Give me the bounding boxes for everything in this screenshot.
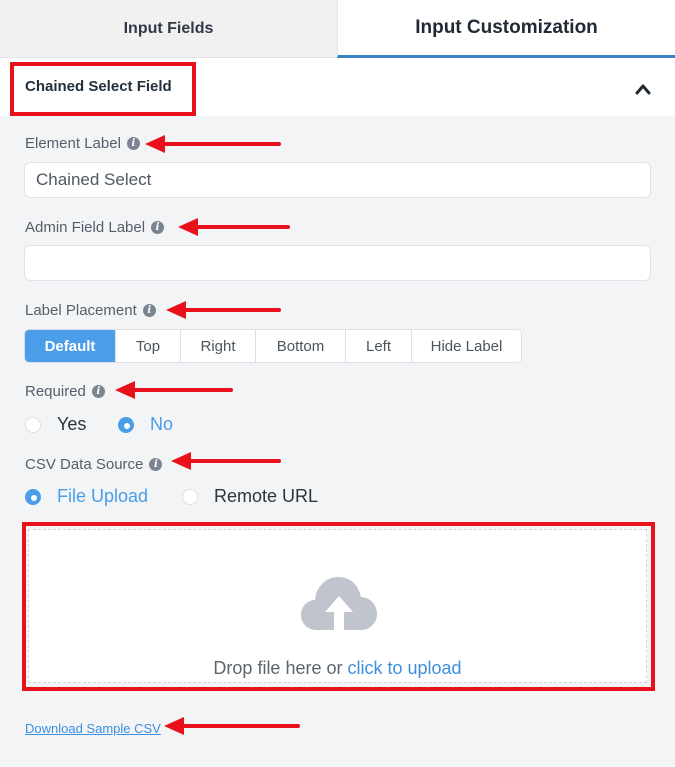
tab-input-customization[interactable]: Input Customization — [337, 0, 675, 58]
admin-field-label-label: Admin Field Label i — [25, 219, 165, 236]
placement-default-button[interactable]: Default — [25, 330, 115, 362]
admin-field-label-input[interactable] — [24, 245, 651, 281]
tab-bar: Input Fields Input Customization — [0, 0, 675, 58]
csv-remote-url-radio[interactable]: Remote URL — [182, 486, 318, 507]
annotation-arrow — [115, 381, 233, 399]
radio-circle-selected — [25, 488, 41, 505]
label-placement-label: Label Placement i — [25, 302, 156, 319]
element-label-input[interactable]: Chained Select — [24, 162, 651, 198]
tab-input-fields[interactable]: Input Fields — [0, 0, 337, 58]
csv-file-upload-radio[interactable]: File Upload — [25, 486, 148, 507]
placement-hide-label-button[interactable]: Hide Label — [411, 330, 521, 362]
info-icon[interactable]: i — [149, 458, 163, 471]
element-label-label: Element Label i — [25, 135, 140, 152]
placement-left-button[interactable]: Left — [345, 330, 411, 362]
download-sample-csv-link[interactable]: Download Sample CSV — [25, 721, 161, 736]
annotation-box-dropzone — [22, 522, 655, 691]
required-no-radio[interactable]: No — [118, 414, 173, 435]
placement-bottom-button[interactable]: Bottom — [255, 330, 345, 362]
annotation-box-section-title — [10, 62, 196, 116]
radio-circle — [25, 416, 41, 433]
radio-circle — [182, 488, 198, 505]
info-icon[interactable]: i — [142, 304, 156, 317]
radio-circle-selected — [118, 416, 134, 433]
label-placement-group: Default Top Right Bottom Left Hide Label — [24, 329, 522, 363]
info-icon[interactable]: i — [151, 221, 165, 234]
placement-right-button[interactable]: Right — [180, 330, 255, 362]
required-label: Required i — [25, 383, 105, 400]
info-icon[interactable]: i — [126, 137, 140, 150]
info-icon[interactable]: i — [91, 385, 105, 398]
required-yes-radio[interactable]: Yes — [25, 414, 86, 435]
annotation-arrow — [178, 218, 290, 236]
annotation-arrow — [145, 135, 281, 153]
placement-top-button[interactable]: Top — [115, 330, 180, 362]
annotation-arrow — [171, 452, 281, 470]
chevron-up-icon[interactable] — [635, 83, 651, 95]
annotation-arrow — [164, 717, 300, 735]
csv-data-source-label: CSV Data Source i — [25, 456, 163, 473]
annotation-arrow — [166, 301, 281, 319]
